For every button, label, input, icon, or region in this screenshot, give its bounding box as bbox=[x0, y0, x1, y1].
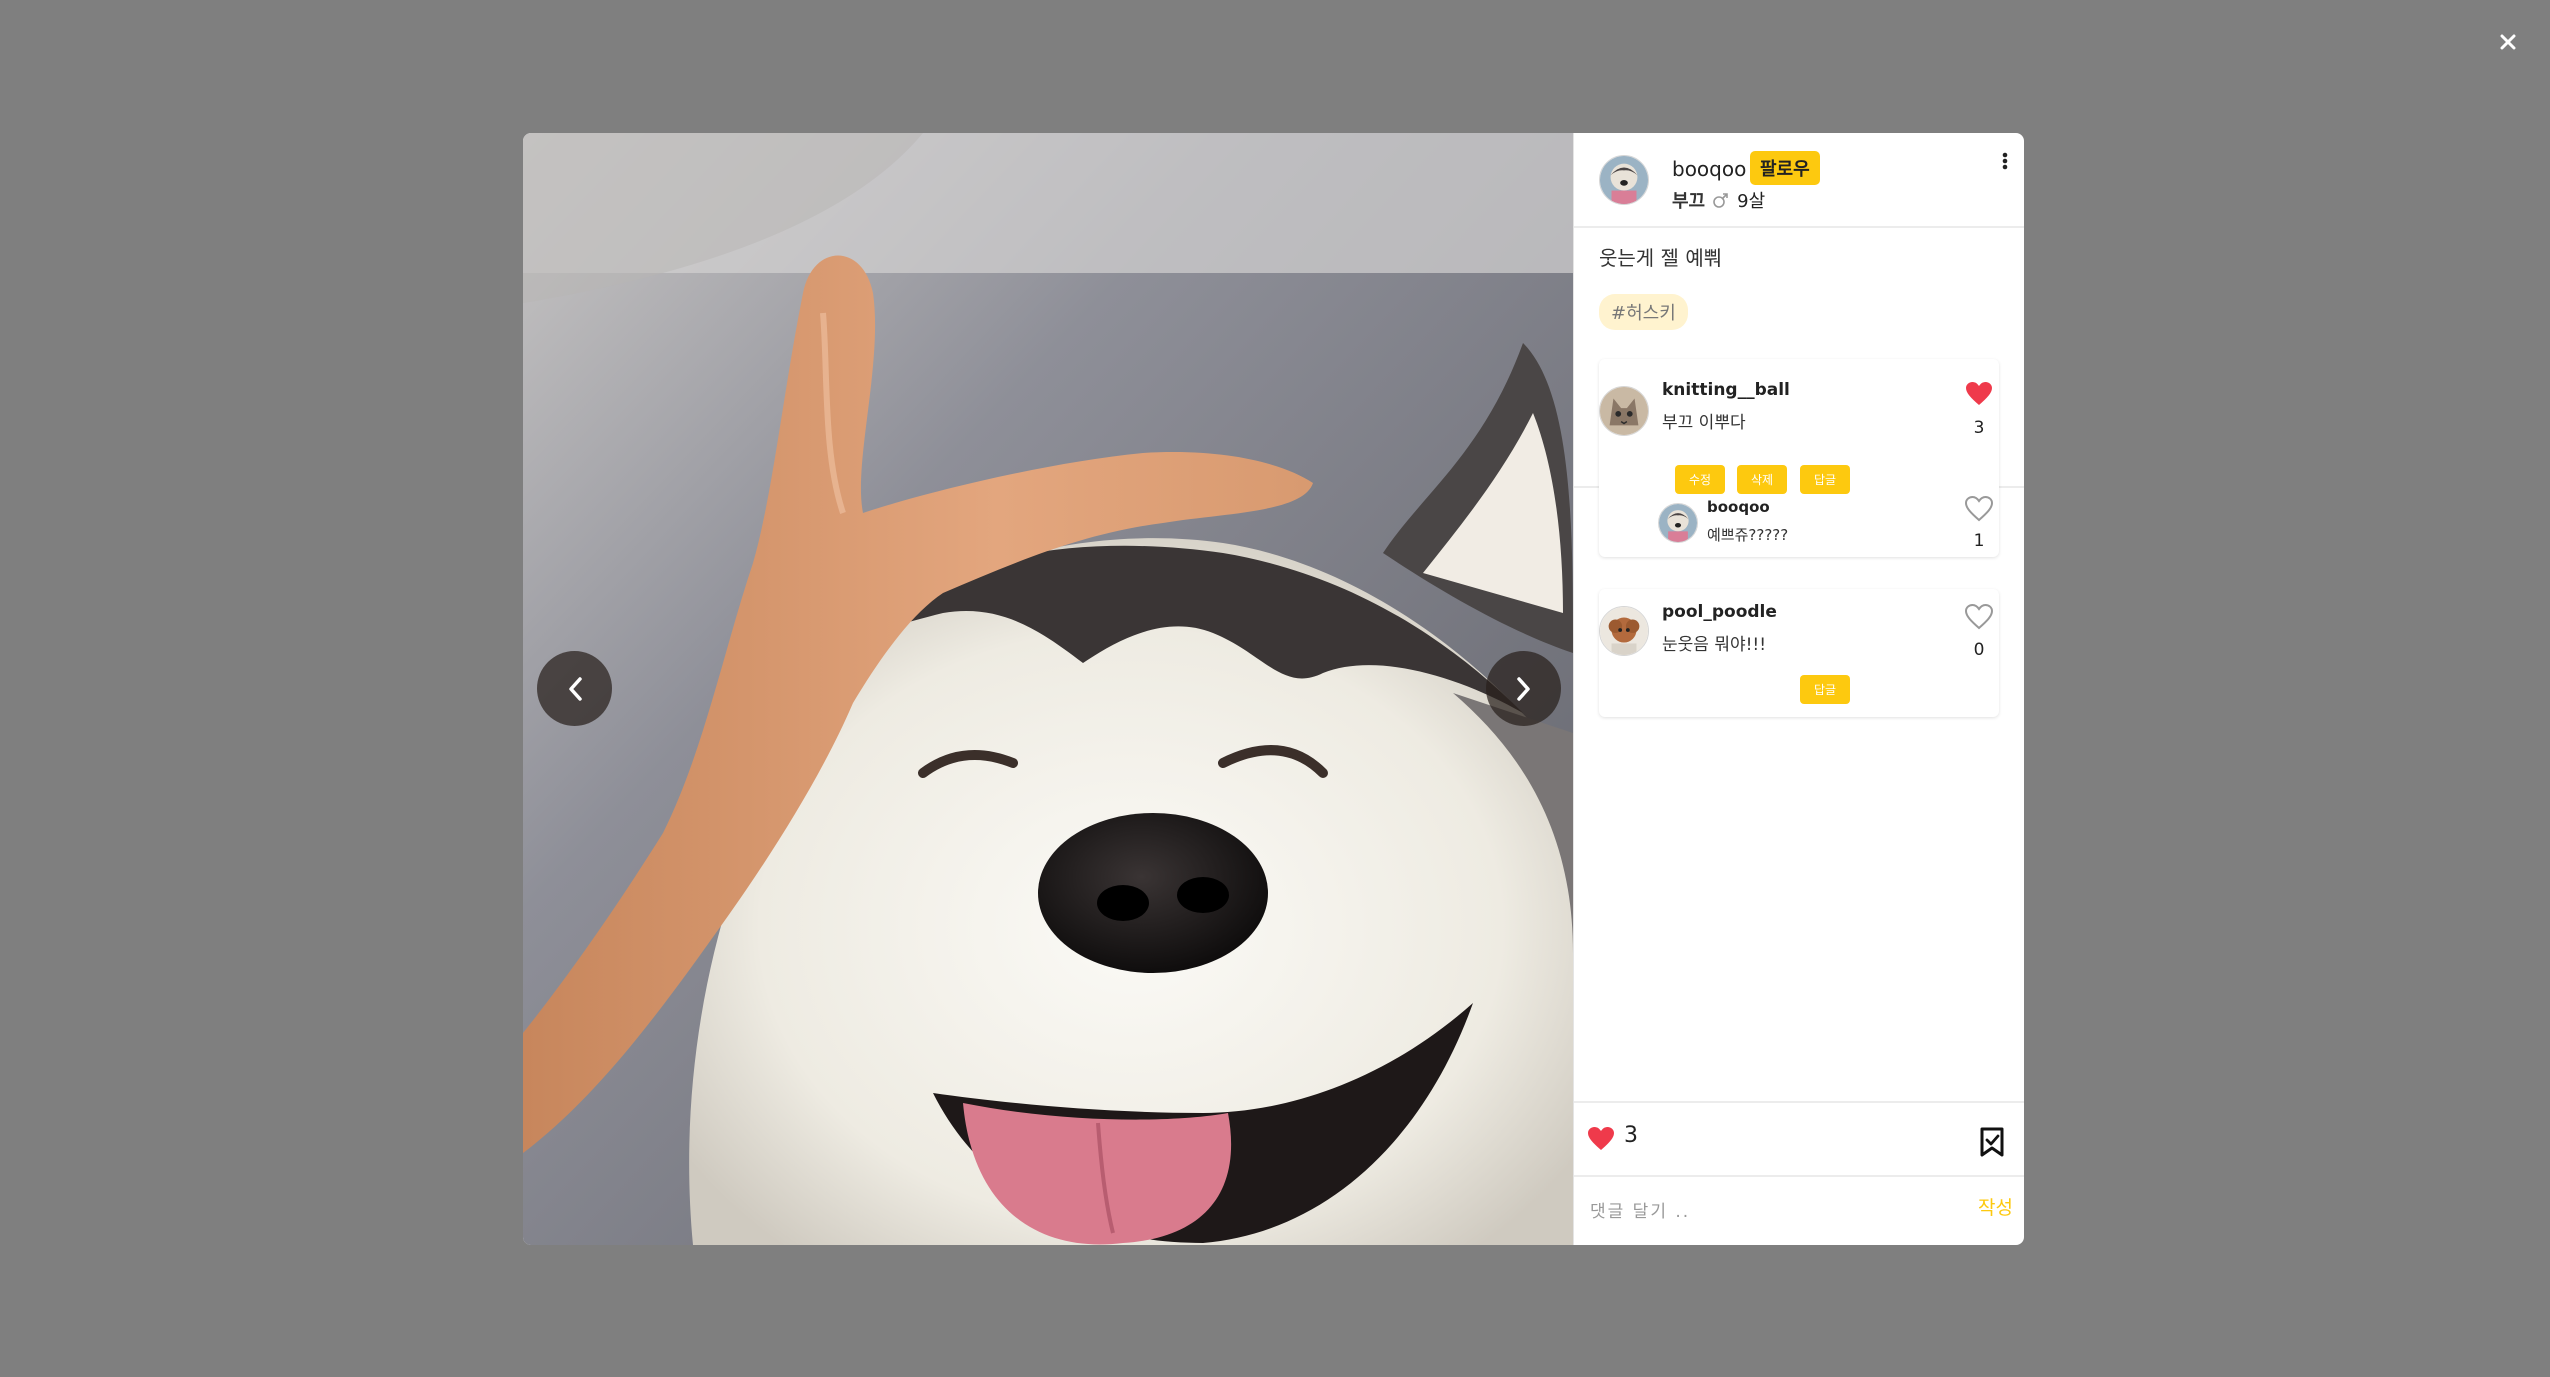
next-photo-button[interactable] bbox=[1486, 651, 1561, 726]
more-vertical-icon bbox=[2002, 152, 2008, 170]
close-button[interactable] bbox=[2490, 24, 2526, 60]
heart-icon bbox=[1964, 603, 1994, 630]
comment-like-count: 0 bbox=[1973, 640, 1985, 660]
comment-like-count: 3 bbox=[1973, 418, 1985, 438]
author-username[interactable]: booqoo bbox=[1672, 157, 1746, 181]
bookmark-button[interactable] bbox=[1979, 1127, 2005, 1157]
reply-text: 예쁘쥬????? bbox=[1707, 526, 1789, 544]
bookmark-icon bbox=[1980, 1127, 2004, 1157]
pet-name: 부끄 bbox=[1672, 191, 1706, 212]
follow-button[interactable]: 팔로우 bbox=[1750, 151, 1820, 185]
comment-card bbox=[1599, 589, 1999, 717]
comment-text: 눈웃음 뭐야!!! bbox=[1662, 635, 1767, 655]
previous-photo-button[interactable] bbox=[537, 651, 612, 726]
pet-info: 부끄 9살 bbox=[1672, 187, 1765, 213]
post-detail-modal: booqoo 팔로우 부끄 9살 웃는게 젤 예뿨 #허스키 knitting_… bbox=[523, 133, 2024, 1245]
heart-icon bbox=[1966, 382, 1992, 405]
post-side-panel: booqoo 팔로우 부끄 9살 웃는게 젤 예뿨 #허스키 knitting_… bbox=[1573, 133, 2024, 1245]
post-like-count: 3 bbox=[1624, 1123, 1638, 1148]
comment-avatar[interactable] bbox=[1599, 606, 1649, 656]
comment-avatar[interactable] bbox=[1599, 386, 1649, 436]
male-icon bbox=[1713, 193, 1728, 208]
comment-username[interactable]: pool_poodle bbox=[1662, 602, 1777, 622]
heart-icon bbox=[1588, 1127, 1614, 1150]
comment-input[interactable] bbox=[1588, 1191, 1942, 1233]
post-like-button[interactable] bbox=[1587, 1126, 1615, 1152]
edit-comment-button[interactable]: 수정 bbox=[1675, 465, 1725, 494]
pet-age: 9살 bbox=[1737, 191, 1766, 212]
chevron-left-icon bbox=[568, 676, 582, 701]
chevron-right-icon bbox=[1516, 676, 1530, 701]
reply-username[interactable]: booqoo bbox=[1707, 498, 1770, 516]
submit-comment-button[interactable]: 작성 bbox=[1978, 1193, 2013, 1220]
delete-comment-button[interactable]: 삭제 bbox=[1737, 465, 1787, 494]
reply-like-count: 1 bbox=[1973, 531, 1985, 551]
reply-like-button[interactable] bbox=[1964, 495, 1994, 522]
post-header: booqoo 팔로우 부끄 9살 bbox=[1574, 133, 2024, 228]
reply-avatar[interactable] bbox=[1658, 503, 1698, 543]
heart-icon bbox=[1964, 495, 1994, 522]
comment-like-button[interactable] bbox=[1964, 603, 1994, 630]
reply-comment-button[interactable]: 답글 bbox=[1800, 675, 1850, 704]
post-caption: 웃는게 젤 예뿨 bbox=[1599, 246, 1723, 270]
more-options-button[interactable] bbox=[1998, 147, 2012, 175]
hashtag-chip[interactable]: #허스키 bbox=[1599, 294, 1688, 330]
comment-username[interactable]: knitting__ball bbox=[1662, 380, 1790, 400]
post-action-bar: 3 bbox=[1574, 1101, 2024, 1177]
author-avatar[interactable] bbox=[1599, 155, 1649, 205]
reply-comment-button[interactable]: 답글 bbox=[1800, 465, 1850, 494]
post-photo-carousel bbox=[523, 133, 1573, 1245]
post-photo bbox=[523, 133, 1573, 1245]
comment-text: 부끄 이뿌다 bbox=[1662, 413, 1746, 433]
comment-like-button[interactable] bbox=[1965, 381, 1993, 407]
close-icon bbox=[2500, 34, 2516, 50]
